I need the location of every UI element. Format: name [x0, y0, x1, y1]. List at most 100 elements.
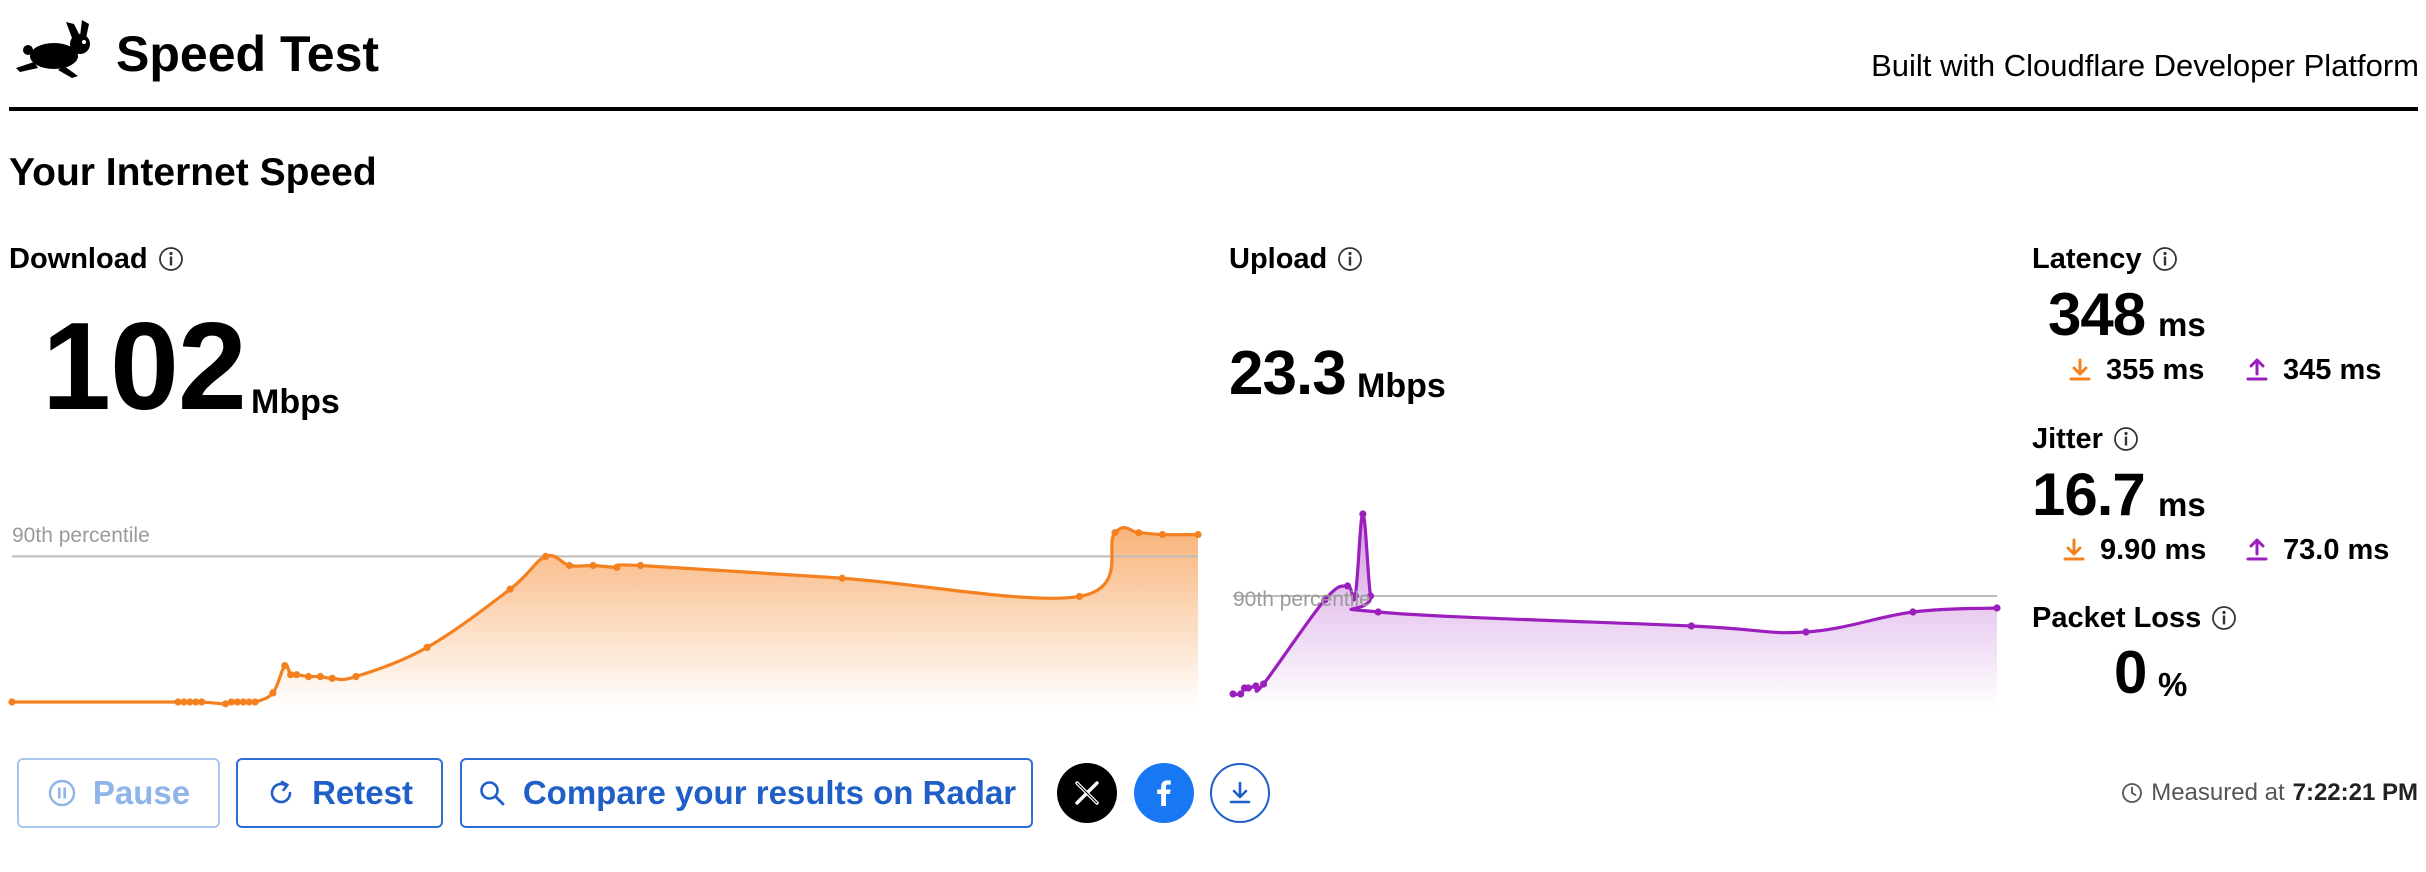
- measured-at-time: 7:22:21 PM: [2292, 779, 2418, 806]
- packet-loss-value: 0: [2114, 639, 2147, 706]
- upload-label-text: Upload: [1229, 243, 1328, 275]
- facebook-icon: [1157, 780, 1171, 806]
- upload-data-point: [1359, 510, 1367, 518]
- running-rabbit-icon: [16, 20, 90, 78]
- info-icon[interactable]: [2113, 426, 2139, 452]
- download-chart: [8, 526, 1202, 708]
- download-data-point: [1194, 530, 1202, 539]
- upload-data-point: [1252, 682, 1260, 690]
- download-data-point: [304, 672, 313, 681]
- download-area-fill: [12, 527, 1198, 708]
- app-logo: [14, 20, 94, 80]
- compare-radar-button[interactable]: Compare your results on Radar: [460, 758, 1033, 828]
- built-with-link[interactable]: Built with Cloudflare Developer Platform: [1871, 48, 2419, 84]
- download-data-point: [352, 672, 360, 681]
- latency-value: 348: [2048, 281, 2146, 348]
- pause-button-label: Pause: [92, 774, 191, 811]
- jitter-label: Jitter: [2032, 422, 2139, 456]
- share-facebook-button[interactable]: [1134, 763, 1194, 823]
- upload-data-point: [1687, 622, 1695, 630]
- jitter-unit: ms: [2158, 486, 2206, 523]
- packet-loss-label-text: Packet Loss: [2032, 602, 2202, 634]
- upload-data-point: [1244, 684, 1252, 692]
- jitter-value: 16.7: [2032, 461, 2146, 528]
- packet-loss-unit: %: [2158, 666, 2188, 703]
- section-title: Your Internet Speed: [9, 151, 377, 194]
- packet-loss-label: Packet Loss: [2032, 601, 2237, 635]
- pause-icon: [48, 779, 76, 807]
- download-data-point: [589, 561, 597, 570]
- latency-label: Latency: [2032, 242, 2178, 276]
- download-arrow-icon: [2069, 358, 2091, 381]
- download-data-point: [198, 698, 206, 706]
- measured-at: Measured at 7:22:21 PM: [2121, 779, 2418, 807]
- download-data-point: [423, 643, 431, 651]
- upload-arrow-icon: [2246, 538, 2268, 561]
- jitter-upload-value: 73.0 ms: [2283, 534, 2390, 566]
- info-icon[interactable]: [2152, 246, 2178, 272]
- header-divider: [9, 107, 2418, 111]
- upload-data-point: [1993, 604, 2001, 612]
- download-data-point: [1075, 592, 1083, 601]
- download-data-point: [8, 698, 16, 706]
- latency-download-value: 355 ms: [2106, 354, 2205, 386]
- measured-at-label: Measured at: [2151, 779, 2285, 806]
- retest-button[interactable]: Retest: [236, 758, 443, 828]
- upload-arrow-icon: [2246, 358, 2268, 381]
- search-icon: [480, 781, 505, 806]
- download-data-point: [613, 563, 621, 571]
- x-logo-icon: [1075, 781, 1099, 805]
- latency-upload-value: 345 ms: [2283, 354, 2382, 386]
- refresh-icon: [270, 780, 292, 804]
- download-data-point: [281, 662, 289, 670]
- upload-unit: Mbps: [1357, 367, 1446, 405]
- jitter-upload: 73.0 ms: [2245, 533, 2389, 567]
- download-data-point: [328, 674, 336, 682]
- download-data-point: [1158, 530, 1167, 539]
- latency-unit: ms: [2158, 306, 2206, 343]
- download-data-point: [251, 698, 259, 706]
- app-title: Speed Test: [116, 26, 380, 82]
- jitter-download: 9.90 ms: [2062, 533, 2206, 567]
- retest-button-label: Retest: [312, 774, 413, 811]
- latency-label-text: Latency: [2032, 243, 2142, 275]
- latency-download: 355 ms: [2068, 353, 2204, 387]
- download-data-point: [542, 552, 550, 560]
- download-label-text: Download: [9, 243, 148, 275]
- download-data-point: [636, 561, 645, 570]
- upload-data-point: [1229, 690, 1237, 698]
- upload-data-point: [1259, 680, 1268, 688]
- download-percentile-label: 90th percentile: [12, 524, 150, 547]
- download-unit: Mbps: [251, 383, 340, 421]
- pause-button[interactable]: Pause: [17, 758, 220, 828]
- download-data-point: [506, 585, 514, 593]
- download-data-point: [838, 574, 846, 582]
- download-data-point: [316, 672, 324, 681]
- upload-data-point: [1802, 628, 1810, 636]
- upload-data-point: [1237, 690, 1245, 698]
- download-arrow-icon: [2063, 538, 2085, 561]
- upload-percentile-label: 90th percentile: [1233, 588, 1371, 611]
- info-icon[interactable]: [2211, 605, 2237, 631]
- download-results-button[interactable]: [1210, 763, 1270, 823]
- upload-value: 23.3: [1229, 339, 1347, 408]
- info-icon[interactable]: [1337, 246, 1363, 272]
- latency-upload: 345 ms: [2245, 353, 2381, 387]
- download-icon: [1229, 781, 1251, 804]
- jitter-download-value: 9.90 ms: [2100, 534, 2207, 566]
- download-data-point: [269, 689, 277, 697]
- download-value: 102: [42, 298, 247, 436]
- compare-radar-button-label: Compare your results on Radar: [522, 774, 1017, 811]
- upload-data-point: [1909, 608, 1917, 616]
- download-label: Download: [9, 242, 184, 276]
- download-data-point: [293, 671, 301, 679]
- upload-label: Upload: [1229, 242, 1363, 276]
- info-icon[interactable]: [158, 246, 184, 272]
- share-x-button[interactable]: [1057, 763, 1117, 823]
- download-data-point: [1111, 529, 1119, 537]
- download-data-point: [1135, 529, 1143, 537]
- upload-data-point: [1374, 608, 1382, 616]
- download-data-point: [565, 561, 574, 570]
- clock-icon: [2122, 783, 2143, 803]
- jitter-label-text: Jitter: [2032, 423, 2103, 455]
